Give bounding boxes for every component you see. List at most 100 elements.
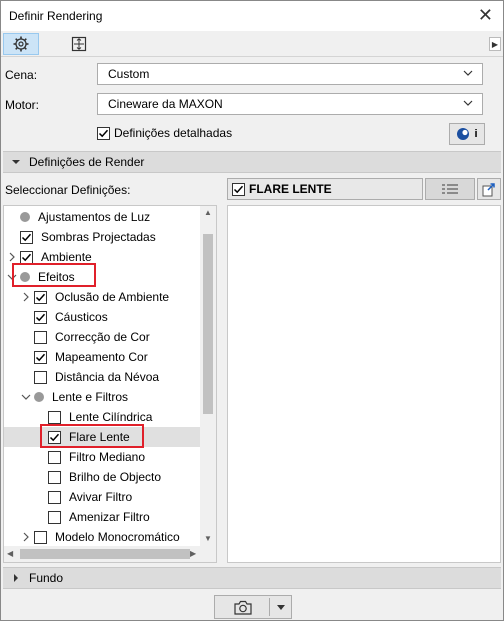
background-section-header[interactable]: Fundo: [3, 567, 501, 589]
selected-setting-title: FLARE LENTE: [249, 182, 332, 196]
tree-item-checkbox[interactable]: [48, 450, 61, 464]
render-settings-section-header[interactable]: Definições de Render: [3, 151, 501, 173]
tree-item-checkbox[interactable]: [20, 250, 33, 264]
info-icon: i: [474, 128, 478, 140]
efeitos-highlight-box: [12, 263, 96, 287]
list-view-icon: [442, 184, 458, 194]
tree-item[interactable]: Sombras Projectadas: [4, 227, 200, 247]
scroll-up-icon[interactable]: ▲: [204, 208, 212, 217]
tree-item-checkbox[interactable]: [34, 530, 47, 544]
tree-item-checkbox[interactable]: [34, 310, 47, 324]
title-bar: Definir Rendering ✕: [1, 1, 503, 31]
tree-item-label: Modelo Monocromático: [55, 530, 180, 544]
cineware-info-button[interactable]: i: [449, 123, 485, 145]
tree-item-label: Ajustamentos de Luz: [38, 210, 151, 224]
list-view-button[interactable]: [425, 178, 475, 200]
cena-select[interactable]: Custom: [97, 63, 483, 85]
tree-item-label: Lente Cilíndrica: [69, 410, 153, 424]
detailed-settings-label: Definições detalhadas: [114, 126, 233, 140]
expand-arrow-icon[interactable]: [20, 291, 32, 303]
tree-item-checkbox[interactable]: [34, 290, 47, 304]
tree-item-label: Distância da Névoa: [55, 370, 160, 384]
tree-item-checkbox[interactable]: [48, 490, 61, 504]
tree-item[interactable]: Cáusticos: [4, 307, 200, 327]
tree-item-label: Lente e Filtros: [52, 390, 129, 404]
resize-icon: [71, 36, 87, 52]
tree-vertical-scrollbar[interactable]: ▲ ▼: [200, 206, 216, 546]
detailed-settings-option[interactable]: Definições detalhadas: [97, 126, 232, 140]
tree-item[interactable]: Avivar Filtro: [4, 487, 200, 507]
tree-horizontal-scrollbar[interactable]: ◀ ▶: [4, 546, 216, 562]
gear-icon: [13, 36, 29, 52]
background-section-title: Fundo: [29, 571, 64, 585]
window-title: Definir Rendering: [9, 9, 103, 23]
dropdown-arrow-icon[interactable]: [276, 604, 286, 612]
tree-item[interactable]: Filtro Mediano: [4, 447, 200, 467]
setting-details-panel: [227, 205, 501, 563]
tree-item-checkbox[interactable]: [48, 510, 61, 524]
tab-settings[interactable]: [3, 33, 39, 55]
flare-lente-highlight-box: [40, 424, 144, 448]
tree-item[interactable]: Correcção de Cor: [4, 327, 200, 347]
detailed-settings-checkbox[interactable]: [97, 126, 110, 140]
motor-label: Motor:: [5, 98, 40, 112]
render-button-divider: [269, 598, 270, 616]
tree-item[interactable]: Lente e Filtros: [4, 387, 200, 407]
tree-item[interactable]: Distância da Névoa: [4, 367, 200, 387]
render-settings-section-title: Definições de Render: [29, 155, 145, 169]
motor-value: Cineware da MAXON: [108, 97, 223, 111]
flare-enable-checkbox[interactable]: [232, 182, 245, 196]
tree-item[interactable]: Modelo Monocromático: [4, 527, 200, 547]
tree-item[interactable]: Ajustamentos de Luz: [4, 207, 200, 227]
expand-arrow-icon[interactable]: [6, 251, 18, 263]
export-button[interactable]: [477, 178, 501, 200]
tree-item-label: Brilho de Objecto: [69, 470, 162, 484]
tab-bar: ▶: [1, 31, 503, 57]
tree-item-checkbox[interactable]: [20, 230, 33, 244]
tab-scroll-right-icon[interactable]: ▶: [489, 37, 501, 51]
tree-item[interactable]: Brilho de Objecto: [4, 467, 200, 487]
scroll-down-icon[interactable]: ▼: [204, 534, 212, 543]
tree-item[interactable]: Oclusão de Ambiente: [4, 287, 200, 307]
tree-item-label: Oclusão de Ambiente: [55, 290, 170, 304]
tree-item-checkbox[interactable]: [48, 470, 61, 484]
camera-icon: [234, 600, 252, 615]
tree-item-checkbox[interactable]: [34, 330, 47, 344]
selected-setting-header[interactable]: FLARE LENTE: [227, 178, 423, 200]
render-button[interactable]: [214, 595, 292, 619]
tab-size[interactable]: [61, 33, 97, 55]
group-dot-icon: [20, 212, 30, 222]
tree-item-label: Filtro Mediano: [69, 450, 146, 464]
collapse-arrow-icon[interactable]: [20, 391, 32, 403]
tree-item[interactable]: Amenizar Filtro: [4, 507, 200, 527]
select-settings-label: Seleccionar Definições:: [5, 183, 131, 197]
scroll-right-icon[interactable]: ▶: [190, 549, 196, 558]
tree-item-label: Avivar Filtro: [69, 490, 133, 504]
motor-select[interactable]: Cineware da MAXON: [97, 93, 483, 115]
tree-item[interactable]: Mapeamento Cor: [4, 347, 200, 367]
close-icon[interactable]: ✕: [478, 5, 493, 25]
vertical-scroll-thumb[interactable]: [203, 234, 213, 414]
render-settings-dialog: Definir Rendering ✕ ▶ Cena: Custom Motor…: [0, 0, 504, 621]
expand-arrow-icon[interactable]: [20, 531, 32, 543]
horizontal-scroll-thumb[interactable]: [20, 549, 190, 559]
tree-item-label: Sombras Projectadas: [41, 230, 156, 244]
tree-item-checkbox[interactable]: [48, 410, 61, 424]
tree-item-checkbox[interactable]: [34, 370, 47, 384]
export-icon: [482, 183, 495, 197]
tree-item-label: Ambiente: [41, 250, 92, 264]
tree-item-label: Correcção de Cor: [55, 330, 150, 344]
chevron-down-icon: [12, 160, 20, 164]
scroll-left-icon[interactable]: ◀: [7, 549, 13, 558]
tree-item-checkbox[interactable]: [34, 350, 47, 364]
